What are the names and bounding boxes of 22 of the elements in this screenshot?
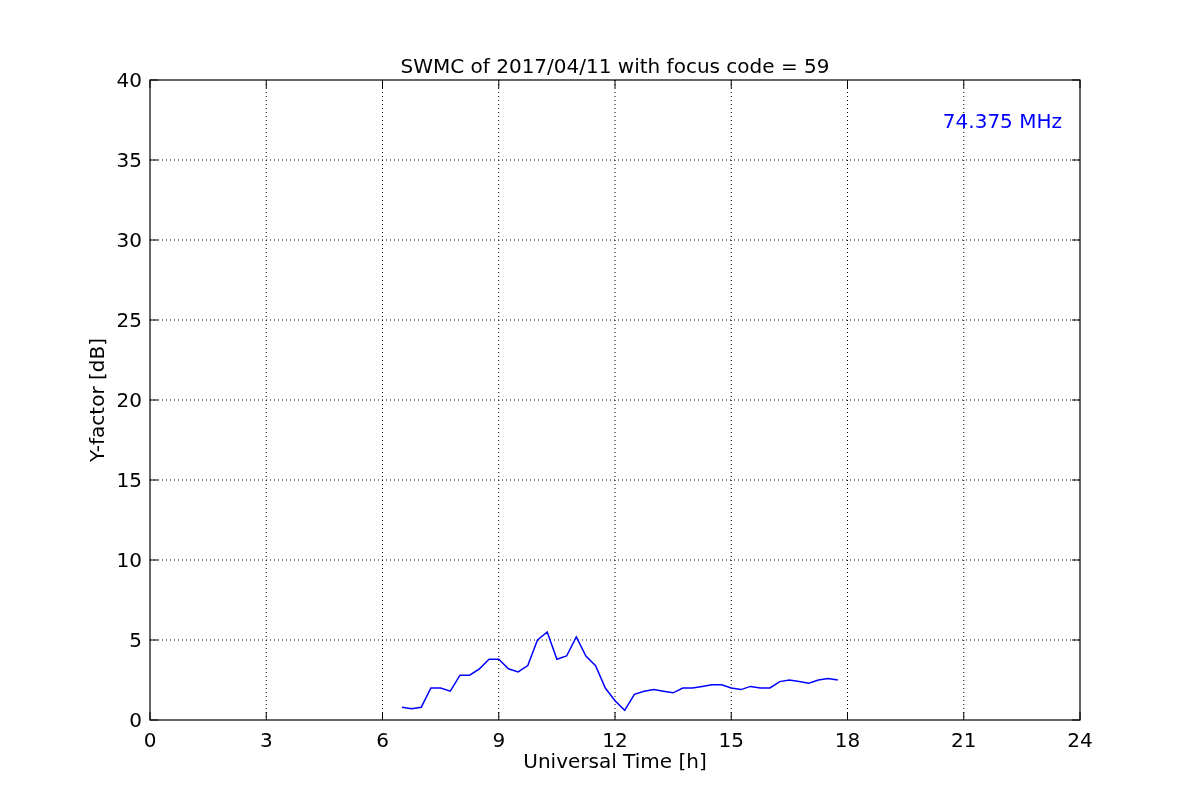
tick-label: 6	[376, 728, 389, 752]
tick-label: 20	[116, 388, 142, 412]
tick-label: 24	[1067, 728, 1093, 752]
tick-label: 40	[116, 68, 142, 92]
tick-label: 15	[116, 468, 142, 492]
tick-label: 30	[116, 228, 142, 252]
x-axis-label: Universal Time [h]	[523, 749, 707, 773]
tick-label: 35	[116, 148, 142, 172]
tick-label: 0	[129, 708, 142, 732]
tick-label: 10	[116, 548, 142, 572]
tick-label: 21	[951, 728, 977, 752]
tick-label: 3	[259, 728, 273, 752]
tick-label: 9	[492, 728, 506, 752]
tick-label: 25	[116, 308, 142, 332]
tick-label: 18	[834, 728, 861, 752]
tick-label: 5	[129, 628, 142, 652]
chart-title: SWMC of 2017/04/11 with focus code = 59	[400, 54, 830, 78]
tick-label: 12	[602, 728, 628, 752]
tick-label: 0	[143, 728, 157, 752]
tick-label: 15	[718, 728, 744, 752]
y-axis-label: Y-factor [dB]	[85, 338, 109, 462]
series-label: 74.375 MHz	[942, 109, 1062, 133]
